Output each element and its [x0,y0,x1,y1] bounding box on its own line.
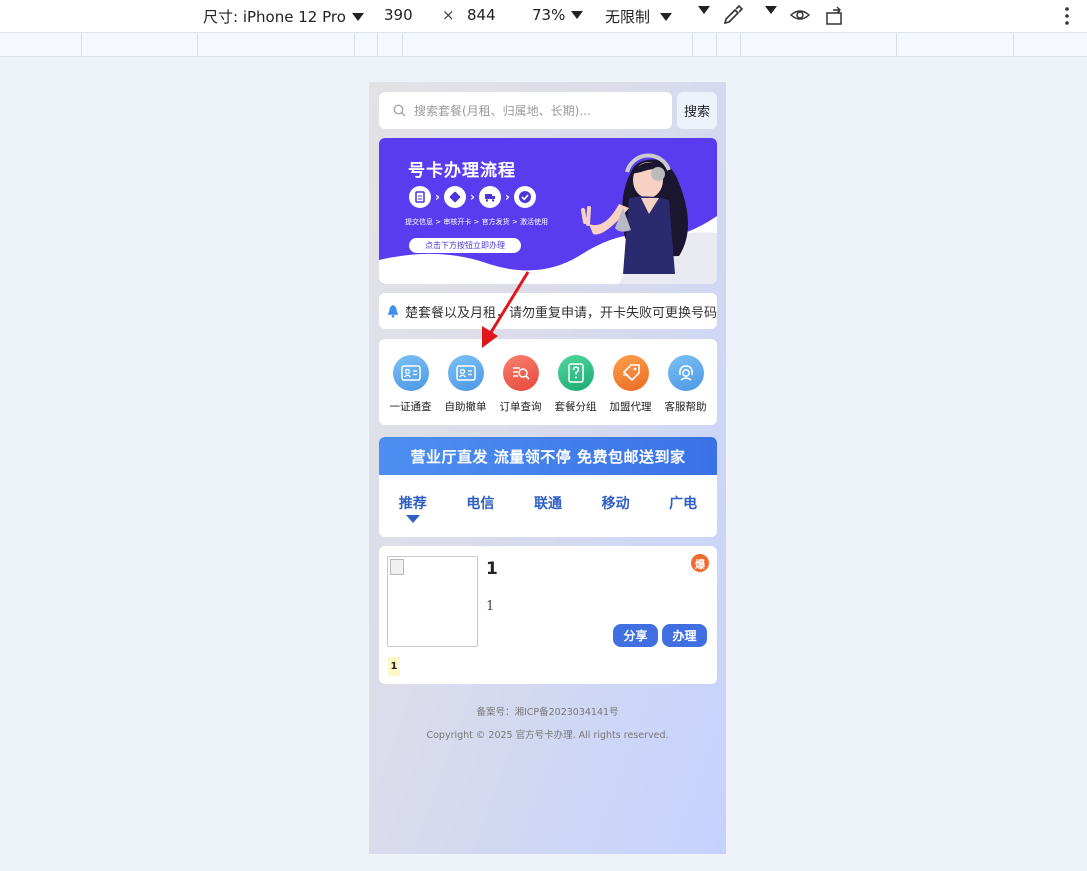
device-label: 尺寸: iPhone 12 Pro [203,8,346,26]
tab-recommended[interactable]: 推荐 [388,493,438,523]
times-sign: × [442,6,455,24]
chevron-down-icon [765,6,777,14]
icp-record: 备案号：湘ICP备2023034141号 [476,707,619,718]
action-label: 客服帮助 [664,401,707,413]
more-options-dropdown[interactable] [698,6,710,14]
action-cancel-order[interactable]: 自助撤单 [439,355,493,425]
promo-headline: 营业厅直发 流量领不停 免费包邮送到家 [379,437,717,475]
carrier-tabs: 推荐 电信 联通 移动 广电 [379,475,717,523]
chevron-right-icon: › [435,190,440,204]
width-field[interactable]: 390 [384,6,413,24]
action-label: 套餐分组 [554,401,597,413]
throttle-value: 无限制 [605,8,651,26]
eyedropper-icon[interactable] [722,4,744,26]
process-steps: › › › [409,186,536,208]
chevron-down-icon [571,11,584,19]
banner-cta-button[interactable]: 点击下方按钮立即办理 [409,238,521,253]
search-button[interactable]: 搜索 [677,92,717,129]
times-label: × [442,6,455,24]
truck-icon [478,186,501,208]
product-image [387,556,478,647]
tab-telecom[interactable]: 电信 [455,493,505,513]
product-tag: 1 [388,657,400,676]
action-package-group[interactable]: 套餐分组 [549,355,603,425]
sim-card-icon [443,186,466,208]
chevron-down-icon [660,12,673,21]
action-label: 一证通查 [389,401,432,413]
bell-icon [387,305,399,318]
tag-icon [612,355,649,391]
id-card-icon [447,355,484,391]
throttle-selector[interactable]: 无限制 [605,6,673,27]
action-label: 加盟代理 [609,401,652,413]
search-box[interactable] [379,92,672,129]
hot-badge: 爆 [691,554,709,572]
apply-button[interactable]: 办理 [662,624,707,647]
quick-actions: 一证通查 自助撤单 订单查询 套餐分组 加盟代理 客服帮助 [379,339,717,425]
action-order-query[interactable]: 订单查询 [494,355,548,425]
chevron-right-icon: › [504,190,510,204]
product-card[interactable]: 1 1 爆 分享 办理 1 [379,546,717,684]
tab-broadcast[interactable]: 广电 [658,493,708,513]
chevron-down-icon [351,12,364,21]
eye-icon[interactable] [790,7,810,23]
search-input[interactable] [414,103,654,118]
steps-caption: 提交信息 > 审核开卡 > 官方发货 > 激活使用 [405,218,548,226]
action-label: 自助撤单 [444,401,487,413]
eyedropper-dropdown[interactable] [765,6,777,14]
phone-viewport: 搜索 号卡办理流程 › › › 提交信息 > 审核开卡 [369,82,726,854]
width-value[interactable]: 390 [384,6,413,24]
product-description: 1 [486,599,495,614]
device-selector[interactable]: 尺寸: iPhone 12 Pro [203,6,364,27]
zoom-selector[interactable]: 73% [532,6,584,24]
notice-text: 楚套餐以及月租，请勿重复申请，开卡失败可更换号码 [404,305,717,321]
zoom-value: 73% [532,6,566,24]
chevron-right-icon: › [469,190,475,204]
kebab-menu-icon[interactable] [1064,6,1070,26]
action-customer-service[interactable]: 客服帮助 [659,355,713,425]
action-id-check[interactable]: 一证通查 [384,355,438,425]
id-card-icon [392,355,429,391]
banner-title: 号卡办理流程 [408,161,516,181]
search-bar: 搜索 [379,92,717,129]
clipboard-icon [409,186,431,208]
rotate-icon[interactable] [825,6,847,26]
notice-bar: 楚套餐以及月租，请勿重复申请，开卡失败可更换号码 [379,293,717,329]
action-label: 订单查询 [499,401,542,413]
product-title: 1 [486,559,498,579]
chevron-down-icon [698,6,710,14]
check-circle-icon [513,186,536,208]
height-value[interactable]: 844 [467,6,496,24]
share-button[interactable]: 分享 [613,624,658,647]
tab-unicom[interactable]: 联通 [523,493,573,513]
action-franchise[interactable]: 加盟代理 [604,355,658,425]
promo-card: 营业厅直发 流量领不停 免费包邮送到家 推荐 电信 联通 移动 广电 [379,437,717,537]
tab-mobile[interactable]: 移动 [591,493,641,513]
copyright: Copyright © 2025 官方号卡办理. All rights rese… [426,730,669,741]
process-banner[interactable]: 号卡办理流程 › › › 提交信息 > 审核开卡 > 官方发货 > 激活使用 点… [379,138,717,284]
devtools-toolbar: 尺寸: iPhone 12 Pro 390 × 844 73% 无限制 [0,0,1087,32]
headset-icon [667,355,704,391]
height-field[interactable]: 844 [467,6,496,24]
question-doc-icon [557,355,594,391]
search-icon [393,104,406,117]
search-doc-icon [502,355,539,391]
media-query-ruler [0,32,1087,57]
